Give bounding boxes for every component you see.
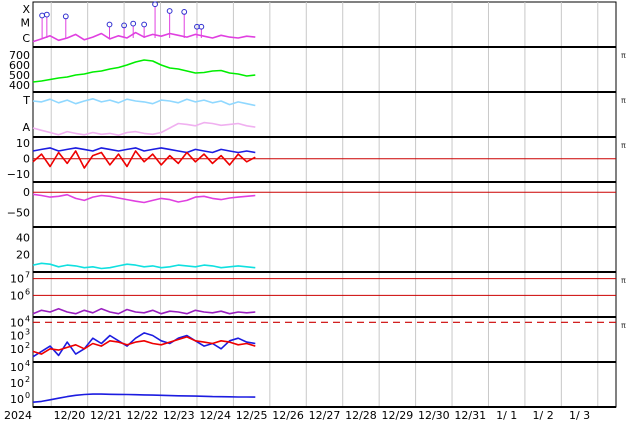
electron-flux-ytick-label: 10 (10, 273, 24, 286)
neutron-ytick-exponent: 2 (25, 375, 30, 384)
x-tick-label: 1/ 2 (533, 409, 554, 422)
chart-frame (32, 1, 617, 408)
x-tick-label: 12/29 (382, 409, 414, 422)
proton-flux-ytick-label: 10 (10, 316, 24, 329)
temperature-alpha-series-0 (32, 98, 256, 107)
proton-flux-ytick-exponent: 2 (25, 341, 30, 350)
density-ytick-label: 20 (16, 249, 30, 262)
temperature-alpha-marker: π (621, 96, 626, 105)
xray-ytick-label: X (22, 3, 30, 16)
space-weather-chart: XMC700600500400πTAπ100−10π0−50402010 710 6… (4, 1, 626, 422)
x-tick-label: 1/ 1 (496, 409, 517, 422)
flare-event-marker (62, 13, 69, 20)
flare-event-marker (141, 21, 148, 28)
xray-ytick-label: C (22, 32, 30, 45)
imf-bz-series-0 (32, 147, 256, 154)
neutron-ytick-label: 10 (10, 377, 24, 390)
neutron-series-0 (32, 393, 256, 403)
neutron-ytick-label: 10 (10, 393, 24, 406)
electron-flux-ytick-exponent: 6 (25, 287, 30, 296)
dst-series-0 (32, 193, 256, 204)
imf-bz-ytick-label: −10 (7, 168, 30, 181)
x-tick-label: 12/30 (418, 409, 450, 422)
proton-flux-marker: π (621, 321, 626, 330)
solar-wind-speed-marker: π (621, 51, 626, 60)
x-tick-label: 12/23 (163, 409, 195, 422)
xray-ytick-label: M (21, 16, 31, 29)
x-tick-label: 12/21 (90, 409, 122, 422)
proton-flux-series-0 (32, 332, 256, 358)
x-tick-label: 12/20 (54, 409, 86, 422)
x-tick-label: 12/28 (345, 409, 377, 422)
imf-bz-marker: π (621, 141, 626, 150)
neutron-ytick-label: 10 (10, 361, 24, 374)
x-tick-label: 12/24 (199, 409, 231, 422)
proton-flux-ytick-exponent: 3 (25, 328, 30, 337)
electron-flux-ytick-label: 10 (10, 289, 24, 302)
neutron-ytick-exponent: 4 (25, 359, 30, 368)
dst-ytick-label: −50 (7, 207, 30, 220)
flare-event-marker (43, 11, 50, 18)
solar-wind-speed-ytick-label: 400 (9, 79, 30, 92)
temperature-alpha-ytick-label: T (22, 94, 30, 107)
x-tick-label: 12/22 (126, 409, 158, 422)
proton-flux-ytick-exponent: 4 (25, 314, 30, 323)
flare-event-marker (106, 21, 113, 28)
dst-ytick-label: 0 (23, 186, 30, 199)
x-tick-label: 12/31 (454, 409, 486, 422)
temperature-alpha-series-1 (32, 121, 256, 136)
flare-event-marker (130, 20, 137, 27)
neutron-ytick-exponent: 0 (25, 391, 30, 400)
electron-flux-marker: π (621, 276, 626, 285)
proton-flux-ytick-label: 10 (10, 343, 24, 356)
density-series-0 (32, 262, 256, 270)
imf-bz-series-1 (32, 150, 256, 169)
solar-wind-speed-series-0 (32, 59, 256, 83)
x-tick-label: 12/27 (309, 409, 341, 422)
x-tick-label: 2024 (4, 409, 32, 422)
temperature-alpha-ytick-label: A (22, 121, 30, 134)
x-tick-label: 12/26 (272, 409, 304, 422)
proton-flux-ytick-label: 10 (10, 330, 24, 343)
electron-flux-ytick-exponent: 7 (25, 271, 30, 280)
flare-event-marker (166, 8, 173, 14)
proton-flux-series-1 (32, 336, 256, 355)
x-tick-label: 12/25 (236, 409, 268, 422)
electron-flux-series-0 (32, 307, 256, 315)
flare-event-marker (39, 12, 46, 19)
flare-event-marker (152, 1, 158, 8)
density-ytick-label: 40 (16, 231, 30, 244)
x-tick-label: 1/ 3 (569, 409, 590, 422)
imf-bz-ytick-label: 0 (23, 153, 30, 166)
flare-event-marker (181, 9, 188, 15)
imf-bz-ytick-label: 10 (16, 137, 30, 150)
